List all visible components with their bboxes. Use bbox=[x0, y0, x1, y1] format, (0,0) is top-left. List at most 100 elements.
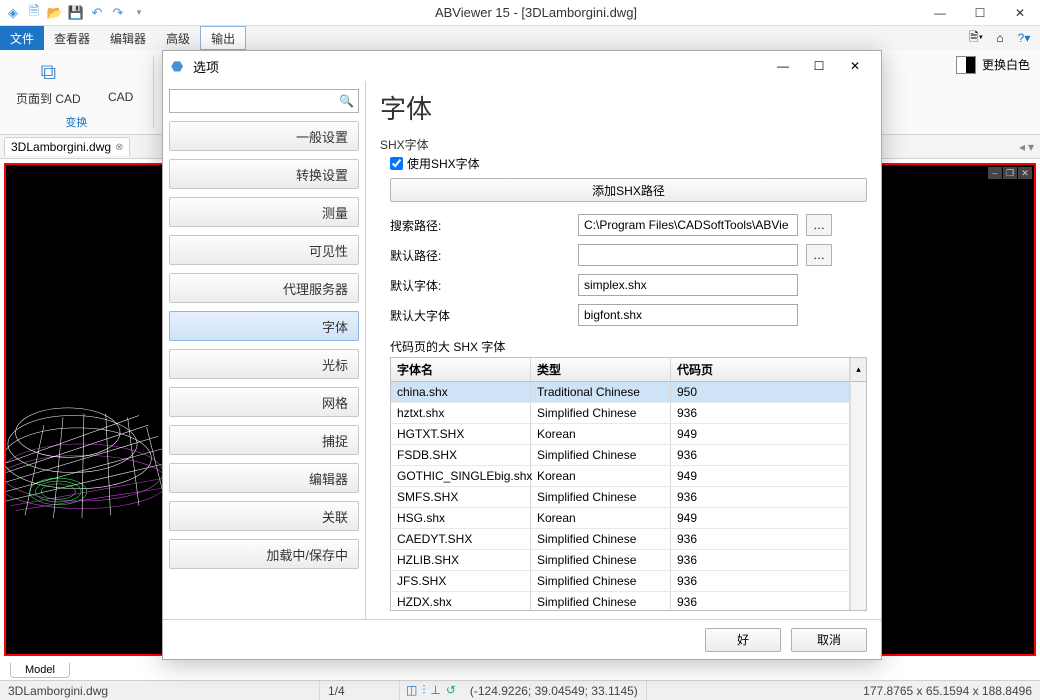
cad-button[interactable]: CAD bbox=[99, 54, 143, 109]
default-font-input[interactable] bbox=[578, 274, 798, 296]
invert-colors-icon[interactable] bbox=[956, 56, 976, 74]
cell-name: HZLIB.SHX bbox=[391, 550, 531, 570]
status-icon-3[interactable]: ⊥ bbox=[430, 683, 440, 698]
ribbon-separator bbox=[153, 56, 154, 128]
cell-type: Korean bbox=[531, 424, 671, 444]
side-assoc[interactable]: 关联 bbox=[169, 501, 359, 531]
document-tab-label: 3DLamborgini.dwg bbox=[11, 140, 111, 154]
inner-window-controls: – ❐ ✕ bbox=[988, 167, 1032, 179]
col-codepage[interactable]: 代码页 bbox=[671, 358, 850, 381]
titlebar: ◈ 🗎 📂 💾 ↶ ↷ ▾ ABViewer 15 - [3DLamborgin… bbox=[0, 0, 1040, 26]
col-name[interactable]: 字体名 bbox=[391, 358, 531, 381]
cell-codepage: 949 bbox=[671, 424, 850, 444]
maximize-button[interactable]: ☐ bbox=[960, 0, 1000, 26]
options-search-field[interactable]: 🔍 bbox=[169, 89, 359, 113]
table-row[interactable]: china.shxTraditional Chinese950 bbox=[391, 382, 850, 403]
side-editor[interactable]: 编辑器 bbox=[169, 463, 359, 493]
default-path-input[interactable] bbox=[578, 244, 798, 266]
cell-codepage: 936 bbox=[671, 487, 850, 507]
page-to-cad-button[interactable]: ⧉ 页面到 CAD bbox=[10, 54, 87, 109]
tab-scroll-right-icon[interactable]: ▾ bbox=[1028, 140, 1034, 154]
tab-scroll-left-icon[interactable]: ◂ bbox=[1019, 140, 1025, 154]
add-shx-path-button[interactable]: 添加SHX路径 bbox=[390, 178, 867, 202]
menubar-right: 🗎▾ ⌂ ?▾ bbox=[966, 26, 1040, 50]
qat-dropdown-icon[interactable]: ▾ bbox=[130, 4, 148, 22]
table-row[interactable]: SMFS.SHXSimplified Chinese936 bbox=[391, 487, 850, 508]
side-snap[interactable]: 捕捉 bbox=[169, 425, 359, 455]
cancel-button[interactable]: 取消 bbox=[791, 628, 867, 652]
dialog-window-controls: — ☐ ✕ bbox=[765, 52, 873, 80]
inner-minimize-icon[interactable]: – bbox=[988, 167, 1002, 179]
menu-file[interactable]: 文件 bbox=[0, 26, 44, 50]
search-icon[interactable]: 🔍 bbox=[339, 94, 354, 108]
home-icon[interactable]: ⌂ bbox=[990, 28, 1010, 48]
side-cursor[interactable]: 光标 bbox=[169, 349, 359, 379]
default-path-browse-button[interactable]: … bbox=[806, 244, 832, 266]
side-font[interactable]: 字体 bbox=[169, 311, 359, 341]
status-coords: (-124.9226; 39.04549; 33.1145) bbox=[462, 681, 647, 700]
grid-body[interactable]: china.shxTraditional Chinese950hztxt.shx… bbox=[391, 382, 850, 610]
ok-button[interactable]: 好 bbox=[705, 628, 781, 652]
dialog-titlebar[interactable]: ⬣ 选项 — ☐ ✕ bbox=[163, 51, 881, 81]
table-row[interactable]: HSG.shxKorean949 bbox=[391, 508, 850, 529]
search-path-input[interactable] bbox=[578, 214, 798, 236]
side-loading[interactable]: 加载中/保存中 bbox=[169, 539, 359, 569]
grid-scrollbar[interactable] bbox=[850, 382, 866, 610]
cell-type: Korean bbox=[531, 466, 671, 486]
inner-close-icon[interactable]: ✕ bbox=[1018, 167, 1032, 179]
search-path-browse-button[interactable]: … bbox=[806, 214, 832, 236]
table-row[interactable]: GOTHIC_SINGLEbig.shxKorean949 bbox=[391, 466, 850, 487]
cell-type: Simplified Chinese bbox=[531, 592, 671, 610]
inner-restore-icon[interactable]: ❐ bbox=[1003, 167, 1017, 179]
redo-icon[interactable]: ↷ bbox=[109, 4, 127, 22]
table-row[interactable]: CAEDYT.SHXSimplified Chinese936 bbox=[391, 529, 850, 550]
cell-codepage: 936 bbox=[671, 403, 850, 423]
open-icon[interactable]: 📂 bbox=[46, 4, 64, 22]
save-icon[interactable]: 💾 bbox=[67, 4, 85, 22]
close-tab-icon[interactable]: ⊗ bbox=[115, 142, 123, 153]
table-row[interactable]: HZLIB.SHXSimplified Chinese936 bbox=[391, 550, 850, 571]
menu-viewer[interactable]: 查看器 bbox=[44, 26, 100, 50]
options-search-input[interactable] bbox=[174, 94, 339, 108]
side-convert[interactable]: 转换设置 bbox=[169, 159, 359, 189]
cell-type: Simplified Chinese bbox=[531, 571, 671, 591]
table-row[interactable]: FSDB.SHXSimplified Chinese936 bbox=[391, 445, 850, 466]
default-bigfont-input[interactable] bbox=[578, 304, 798, 326]
dialog-main: 字体 SHX字体 使用SHX字体 添加SHX路径 搜索路径: … 默认路径: …… bbox=[365, 81, 881, 619]
col-type[interactable]: 类型 bbox=[531, 358, 671, 381]
model-tab[interactable]: Model bbox=[10, 663, 70, 678]
minimize-button[interactable]: — bbox=[920, 0, 960, 26]
table-row[interactable]: hztxt.shxSimplified Chinese936 bbox=[391, 403, 850, 424]
status-icon-4[interactable]: ↺ bbox=[446, 683, 456, 698]
side-grid[interactable]: 网格 bbox=[169, 387, 359, 417]
use-shx-checkbox[interactable] bbox=[390, 157, 403, 170]
side-general[interactable]: 一般设置 bbox=[169, 121, 359, 151]
replace-white-label[interactable]: 更换白色 bbox=[982, 56, 1030, 73]
table-row[interactable]: HZDX.shxSimplified Chinese936 bbox=[391, 592, 850, 610]
document-tab[interactable]: 3DLamborgini.dwg ⊗ bbox=[4, 137, 130, 156]
menu-editor[interactable]: 编辑器 bbox=[100, 26, 156, 50]
side-visibility[interactable]: 可见性 bbox=[169, 235, 359, 265]
dialog-title: 选项 bbox=[193, 57, 219, 76]
side-proxy[interactable]: 代理服务器 bbox=[169, 273, 359, 303]
help-icon[interactable]: ?▾ bbox=[1014, 28, 1034, 48]
menu-output[interactable]: 输出 bbox=[200, 26, 246, 50]
doc-dropdown-icon[interactable]: 🗎▾ bbox=[966, 28, 986, 48]
status-icon-1[interactable]: ◫ bbox=[406, 683, 417, 698]
status-dims: 177.8765 x 65.1594 x 188.8496 bbox=[855, 684, 1040, 698]
dialog-close-button[interactable]: ✕ bbox=[837, 52, 873, 80]
side-measure[interactable]: 测量 bbox=[169, 197, 359, 227]
dialog-maximize-button[interactable]: ☐ bbox=[801, 52, 837, 80]
status-icon-2[interactable]: ⫶ bbox=[422, 683, 425, 698]
dialog-minimize-button[interactable]: — bbox=[765, 52, 801, 80]
scroll-up-icon[interactable]: ▴ bbox=[850, 358, 866, 382]
undo-icon[interactable]: ↶ bbox=[88, 4, 106, 22]
cad-icon bbox=[105, 56, 137, 88]
grid-header: 字体名 类型 代码页 bbox=[391, 358, 850, 382]
new-icon[interactable]: 🗎 bbox=[25, 4, 43, 22]
close-button[interactable]: ✕ bbox=[1000, 0, 1040, 26]
cell-codepage: 936 bbox=[671, 571, 850, 591]
table-row[interactable]: HGTXT.SHXKorean949 bbox=[391, 424, 850, 445]
menu-advanced[interactable]: 高级 bbox=[156, 26, 200, 50]
table-row[interactable]: JFS.SHXSimplified Chinese936 bbox=[391, 571, 850, 592]
